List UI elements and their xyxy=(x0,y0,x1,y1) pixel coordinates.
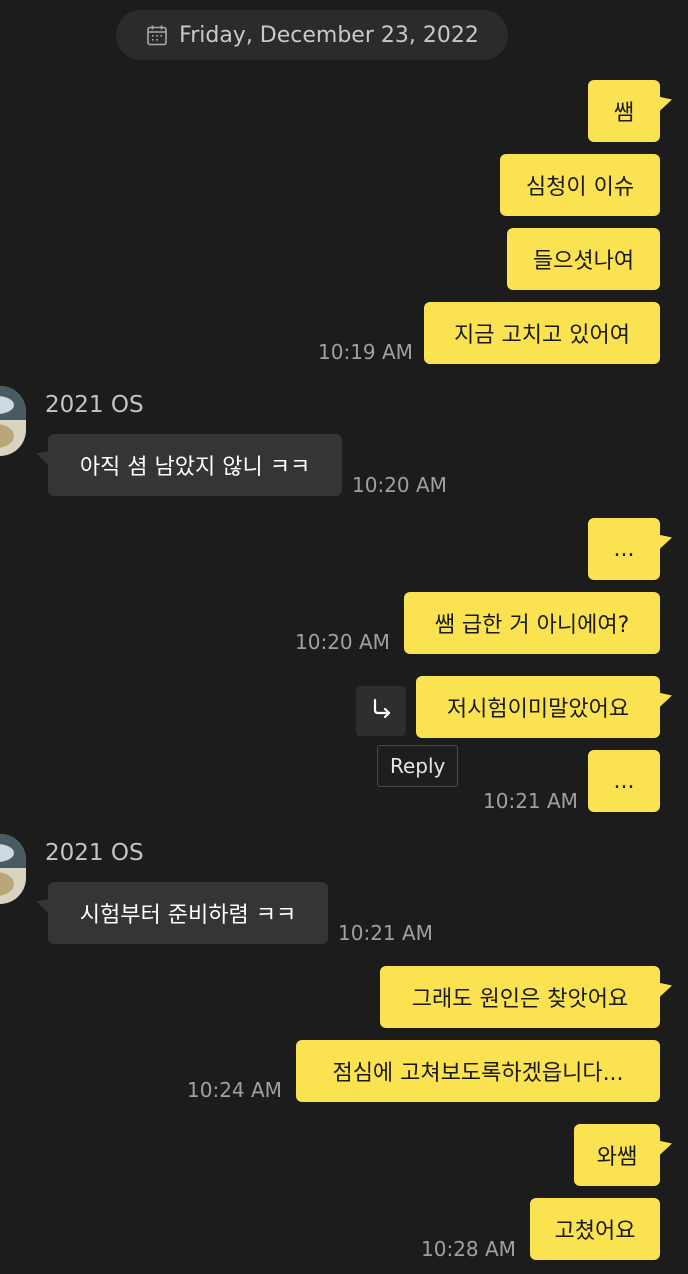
message-bubble[interactable]: 저시험이미말았어요 xyxy=(416,676,660,738)
message-timestamp: 10:19 AM xyxy=(318,340,413,364)
message-text: 시험부터 준비하렴 ㅋㅋ xyxy=(79,903,297,928)
sender-name: 2021 OS xyxy=(45,392,144,418)
message-text: 지금 고치고 있어여 xyxy=(454,323,630,348)
message-text: 점심에 고쳐보도록하겠읍니다... xyxy=(332,1061,624,1086)
message-text: ... xyxy=(613,536,635,562)
message-bubble[interactable]: 시험부터 준비하렴 ㅋㅋ xyxy=(48,882,328,944)
message-bubble[interactable]: 그래도 원인은 찾앗어요 xyxy=(380,966,660,1028)
message-bubble[interactable]: ... xyxy=(588,750,660,812)
message-timestamp: 10:20 AM xyxy=(295,630,390,654)
message-bubble[interactable]: 와쌤 xyxy=(574,1124,660,1186)
message-bubble[interactable]: ... xyxy=(588,518,660,580)
sender-name: 2021 OS xyxy=(45,840,144,866)
message-timestamp: 10:20 AM xyxy=(352,473,447,497)
message-bubble[interactable]: 고쳤어요 xyxy=(530,1198,660,1260)
message-text: 아직 셤 남았지 않니 ㅋㅋ xyxy=(79,455,311,480)
message-bubble[interactable]: 심청이 이슈 xyxy=(500,154,660,216)
message-text: 쌤 급한 거 아니에여? xyxy=(434,613,630,638)
message-timestamp: 10:28 AM xyxy=(421,1237,516,1261)
reply-button[interactable] xyxy=(356,686,406,736)
message-bubble[interactable]: 지금 고치고 있어여 xyxy=(424,302,660,364)
reply-arrow-icon xyxy=(368,696,394,726)
date-label: Friday, December 23, 2022 xyxy=(179,22,479,48)
message-timestamp: 10:24 AM xyxy=(187,1078,282,1102)
avatar[interactable] xyxy=(0,834,26,904)
avatar[interactable] xyxy=(0,386,26,456)
message-text: 들으셧나여 xyxy=(532,249,635,274)
message-timestamp: 10:21 AM xyxy=(338,921,433,945)
message-bubble[interactable]: 아직 셤 남았지 않니 ㅋㅋ xyxy=(48,434,342,496)
message-text: 고쳤어요 xyxy=(554,1219,636,1244)
message-bubble[interactable]: 점심에 고쳐보도록하겠읍니다... xyxy=(296,1040,660,1102)
message-bubble[interactable]: 쌤 xyxy=(588,80,660,142)
reply-tooltip: Reply xyxy=(377,745,459,787)
message-text: 그래도 원인은 찾앗어요 xyxy=(411,987,629,1012)
message-bubble[interactable]: 들으셧나여 xyxy=(507,228,660,290)
message-text: 와쌤 xyxy=(596,1145,638,1170)
message-text: ... xyxy=(613,768,635,794)
message-text: 쌤 xyxy=(613,101,635,126)
message-text: 저시험이미말았어요 xyxy=(446,697,630,722)
message-bubble[interactable]: 쌤 급한 거 아니에여? xyxy=(404,592,660,654)
date-header: Friday, December 23, 2022 xyxy=(116,10,508,60)
message-text: 심청이 이슈 xyxy=(525,175,635,200)
calendar-icon xyxy=(145,23,169,47)
message-timestamp: 10:21 AM xyxy=(483,789,578,813)
